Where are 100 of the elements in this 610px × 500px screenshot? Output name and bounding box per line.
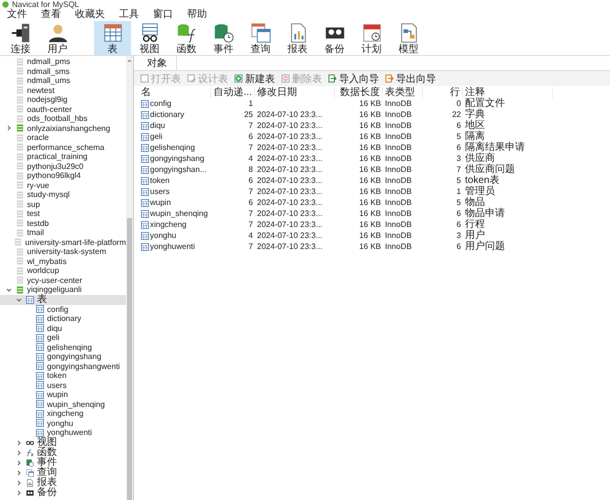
schedule-toolbar-button[interactable]: 计划 [353,21,390,55]
tree-item[interactable]: test [0,209,126,218]
table-cell: token [150,175,170,186]
tree-item[interactable]: tmail [0,228,126,238]
tree-item[interactable]: users [0,380,126,390]
column-header[interactable]: 表类型 [383,86,423,98]
event-toolbar-button[interactable]: 事件 [205,21,242,55]
chevron-down-icon[interactable] [16,296,22,302]
chevron-right-icon[interactable] [16,490,22,496]
tree-item[interactable]: yonghuwenti [0,428,126,438]
tree-item[interactable]: sup [0,200,126,209]
column-header[interactable]: 自动递... [211,86,255,98]
tree-item[interactable]: university-smart-life-platform [0,238,126,247]
column-header[interactable]: 行 [423,86,463,98]
export-table-button[interactable]: 导出向导 [384,72,437,86]
column-header[interactable]: 修改日期 [255,86,335,98]
function-toolbar-button[interactable]: 函数 [168,21,205,55]
table-cell: InnoDB [385,164,412,175]
chevron-right-icon[interactable] [6,125,12,132]
table-cell: InnoDB [385,153,412,164]
tree-item[interactable]: testdb [0,218,126,228]
tree-item[interactable]: yonghu [0,418,126,428]
tree-item[interactable]: ndmall_pms [0,57,126,66]
chevron-right-icon[interactable] [16,450,22,456]
query-icon [26,468,34,476]
table-cell: 6 [248,175,253,186]
table-cell: 1 [456,186,461,197]
tree-item[interactable]: oauth-center [0,104,126,114]
tree-item[interactable]: gelishenqing [0,342,126,352]
tree-item[interactable]: worldcup [0,266,126,276]
tree-item[interactable]: gongyingshangwenti [0,362,126,371]
table-cell: InnoDB [385,230,412,241]
tree-item[interactable]: wupin [0,390,126,400]
tree-item[interactable]: ndmall_sms [0,66,126,76]
tree-item[interactable]: nodejsgl9ig [0,95,126,104]
menu-item[interactable]: 文件 [4,9,30,21]
scrollbar-thumb[interactable] [127,218,132,500]
tree-item[interactable]: gongyingshang [0,352,126,362]
tree-item[interactable]: 查询 [0,468,126,478]
tree-item[interactable]: 视图 [0,438,126,448]
tree-item[interactable]: practical_training [0,152,126,162]
tree-item[interactable]: performance_schema [0,142,126,152]
report-toolbar-button[interactable]: 报表 [279,21,316,55]
chevron-right-icon[interactable] [16,460,22,466]
column-header[interactable]: 名 [139,86,211,98]
table-cell: token表 [465,175,500,186]
view-toolbar-button[interactable]: 视图 [131,21,168,55]
tree-item[interactable]: ods_football_hbs [0,114,126,124]
tree-item[interactable]: ry-vue [0,180,126,190]
tree-item[interactable]: xingcheng [0,409,126,418]
table-cell: 2024-07-10 23:3... [257,186,322,197]
tree-item[interactable]: 报表 [0,478,126,488]
table-toolbar-button[interactable]: 表 [94,21,131,55]
connection-toolbar-button[interactable]: 连接 [2,21,39,55]
tree-item[interactable]: yiqinggeliguanli [0,285,126,294]
tree-item[interactable]: ndmall_ums [0,76,126,86]
tree-item[interactable]: token [0,371,126,380]
tree-item[interactable]: config [0,304,126,314]
tree-item[interactable]: study-mysql [0,190,126,200]
chevron-right-icon[interactable] [16,480,22,486]
import-table-button[interactable]: 导入向导 [327,72,380,86]
tree-item[interactable]: diqu [0,324,126,333]
tree-item[interactable]: university-task-system [0,247,126,256]
tree-item[interactable]: ycy-user-center [0,276,126,285]
menu-item[interactable]: 查看 [38,9,64,21]
backup-icon [26,488,34,496]
tree-item[interactable]: 事件 [0,458,126,468]
backup-toolbar-button[interactable]: 备份 [316,21,353,55]
column-header[interactable]: 数据长度 [335,86,383,98]
report-icon [26,478,34,486]
menu-item[interactable]: 收藏夹 [72,9,108,21]
tree-item[interactable]: geli [0,333,126,342]
tree-item[interactable]: onlyzaixianshangcheng [0,124,126,133]
tree-item[interactable]: 函数 [0,448,126,458]
table-cell: InnoDB [385,241,412,252]
chevron-right-icon[interactable] [16,440,22,446]
user-toolbar-button[interactable]: 用户 [39,21,76,55]
scrollbar[interactable] [126,56,133,500]
tree-item[interactable]: 表 [0,294,126,304]
chevron-right-icon[interactable] [16,470,22,476]
tree-item[interactable]: oracle [0,133,126,142]
table-cell: 2024-07-10 23:3... [257,142,322,153]
scroll-up-icon[interactable] [127,59,132,63]
table-cell: 2024-07-10 23:3... [257,230,322,241]
menu-item[interactable]: 帮助 [184,9,210,21]
column-header[interactable]: 注释 [463,86,553,98]
tree-item[interactable]: 备份 [0,488,126,498]
tree-item[interactable]: pythonju3u29c0 [0,162,126,171]
tree-item[interactable]: wl_mybatis [0,256,126,266]
menu-item[interactable]: 工具 [116,9,142,21]
tree-item[interactable]: newtest [0,86,126,95]
tree-item[interactable]: wupin_shenqing [0,400,126,409]
new-table-button[interactable]: 新建表 [233,72,276,86]
table-cell: yonghuwenti [150,241,195,252]
menu-item[interactable]: 窗口 [150,9,176,21]
model-toolbar-button[interactable]: 模型 [390,21,427,55]
tree-item[interactable]: pythono96lkgl4 [0,171,126,180]
tree-item[interactable]: dictionary [0,314,126,324]
chevron-down-icon[interactable] [6,286,12,293]
query-toolbar-button[interactable]: 查询 [242,21,279,55]
